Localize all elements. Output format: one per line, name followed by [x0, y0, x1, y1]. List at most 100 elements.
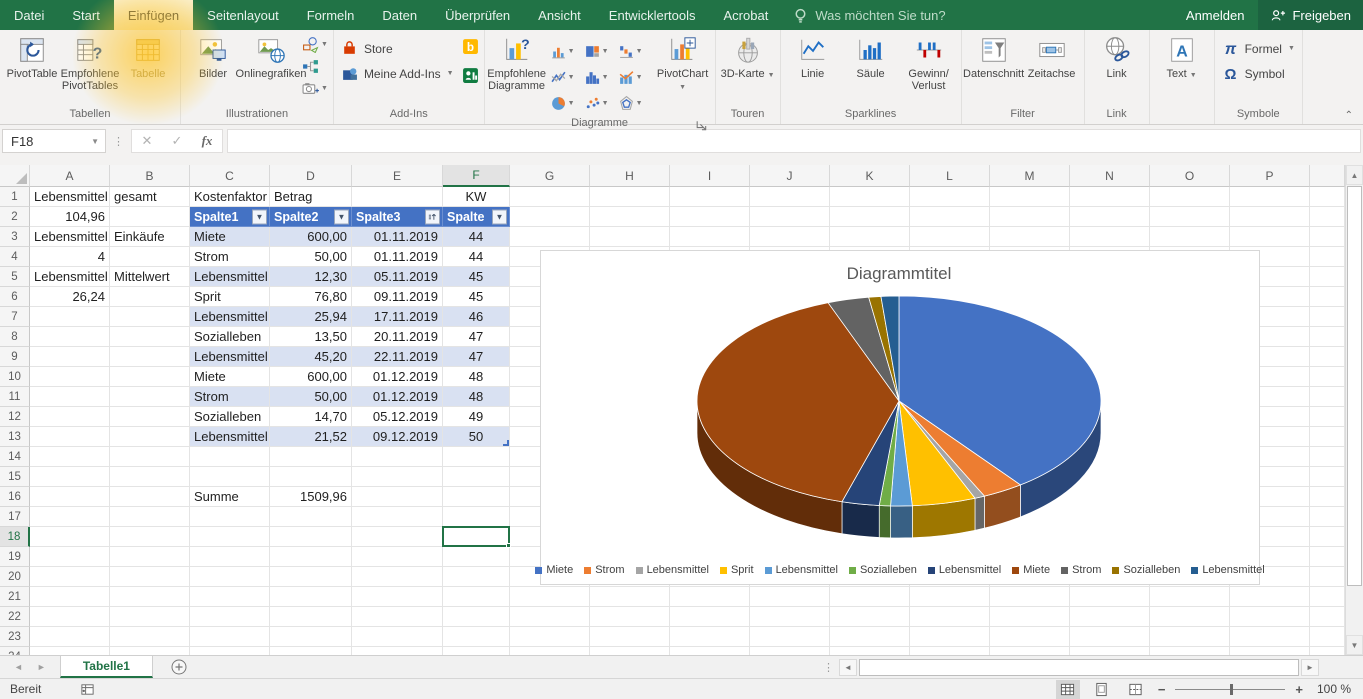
cell-D11[interactable]: 50,00	[270, 387, 352, 407]
histogram-chart-button[interactable]: ▼	[584, 64, 618, 90]
row-header-20[interactable]: 20	[0, 567, 30, 587]
row-header-10[interactable]: 10	[0, 367, 30, 387]
cell-F12[interactable]: 49	[443, 407, 510, 427]
column-header-f[interactable]: F	[443, 165, 510, 187]
filter-button-spalte1[interactable]: ▼	[252, 209, 267, 224]
cell-O21[interactable]	[1150, 587, 1230, 607]
cell-J23[interactable]	[750, 627, 830, 647]
cell-N2[interactable]	[1070, 207, 1150, 227]
cell-F19[interactable]	[443, 547, 510, 567]
cell-E9[interactable]: 22.11.2019	[352, 347, 443, 367]
pie-chart-button[interactable]: ▼	[550, 90, 584, 116]
bilder-button[interactable]: Bilder	[184, 32, 242, 80]
cell-A22[interactable]	[30, 607, 110, 627]
macro-record-icon[interactable]	[80, 682, 95, 697]
cell-J1[interactable]	[750, 187, 830, 207]
cell-G23[interactable]	[510, 627, 590, 647]
cell-B21[interactable]	[110, 587, 190, 607]
cell-L1[interactable]	[910, 187, 990, 207]
cell-D1[interactable]: Betrag	[270, 187, 352, 207]
cell-A17[interactable]	[30, 507, 110, 527]
column-header-j[interactable]: J	[750, 165, 830, 187]
cell-F20[interactable]	[443, 567, 510, 587]
zoom-slider[interactable]	[1175, 689, 1285, 690]
cell-I2[interactable]	[670, 207, 750, 227]
cell-G21[interactable]	[510, 587, 590, 607]
cell-D12[interactable]: 14,70	[270, 407, 352, 427]
cell-P3[interactable]	[1230, 227, 1310, 247]
row-header-24[interactable]: 24	[0, 647, 30, 655]
row-header-21[interactable]: 21	[0, 587, 30, 607]
cell-F4[interactable]: 44	[443, 247, 510, 267]
cell-G24[interactable]	[510, 647, 590, 655]
cell-D24[interactable]	[270, 647, 352, 655]
cell-L3[interactable]	[910, 227, 990, 247]
cell-C20[interactable]	[190, 567, 270, 587]
cell-F13[interactable]: 50	[443, 427, 510, 447]
row-header-1[interactable]: 1	[0, 187, 30, 207]
row-header-3[interactable]: 3	[0, 227, 30, 247]
screenshot-button[interactable]: ▼	[302, 80, 328, 97]
cell-F3[interactable]: 44	[443, 227, 510, 247]
cell-B2[interactable]	[110, 207, 190, 227]
page-layout-view-button[interactable]	[1090, 680, 1114, 699]
cell-K1[interactable]	[830, 187, 910, 207]
cell-A13[interactable]	[30, 427, 110, 447]
confirm-entry-button[interactable]: ✓	[162, 133, 192, 149]
ribbon-tab-seitenlayout[interactable]: Seitenlayout	[193, 0, 293, 30]
cell-D4[interactable]: 50,00	[270, 247, 352, 267]
row-header-7[interactable]: 7	[0, 307, 30, 327]
row-header-8[interactable]: 8	[0, 327, 30, 347]
cell-P2[interactable]	[1230, 207, 1310, 227]
cell-A3[interactable]: Lebensmittel	[30, 227, 110, 247]
legend-item[interactable]: Lebensmittel	[636, 564, 709, 576]
row-header-6[interactable]: 6	[0, 287, 30, 307]
cell-D3[interactable]: 600,00	[270, 227, 352, 247]
cell-A4[interactable]: 4	[30, 247, 110, 267]
cell-D9[interactable]: 45,20	[270, 347, 352, 367]
row-header-12[interactable]: 12	[0, 407, 30, 427]
cell-D21[interactable]	[270, 587, 352, 607]
cell-B13[interactable]	[110, 427, 190, 447]
column-header-p[interactable]: P	[1230, 165, 1310, 187]
cell-F21[interactable]	[443, 587, 510, 607]
cell-B24[interactable]	[110, 647, 190, 655]
cell-P24[interactable]	[1230, 647, 1310, 655]
cell-J24[interactable]	[750, 647, 830, 655]
legend-item[interactable]: Miete	[1012, 564, 1050, 576]
cell-B6[interactable]	[110, 287, 190, 307]
cell-N1[interactable]	[1070, 187, 1150, 207]
cell-B1[interactable]: gesamt	[110, 187, 190, 207]
legend-item[interactable]: Miete	[535, 564, 573, 576]
cell-M23[interactable]	[990, 627, 1070, 647]
cell-O2[interactable]	[1150, 207, 1230, 227]
cell-F6[interactable]: 45	[443, 287, 510, 307]
chart-legend[interactable]: MieteStromLebensmittelSpritLebensmittelS…	[541, 564, 1259, 576]
cell-D14[interactable]	[270, 447, 352, 467]
column-header-k[interactable]: K	[830, 165, 910, 187]
zoom-slider-thumb[interactable]	[1230, 684, 1233, 695]
bing-maps-button[interactable]: b	[462, 38, 479, 60]
column-header-a[interactable]: A	[30, 165, 110, 187]
cell-I23[interactable]	[670, 627, 750, 647]
cell-A11[interactable]	[30, 387, 110, 407]
cell-J2[interactable]	[750, 207, 830, 227]
cell-M24[interactable]	[990, 647, 1070, 655]
empfohlene-diagramme-button[interactable]: ?Empfohlene Diagramme	[488, 32, 546, 92]
cell-B11[interactable]	[110, 387, 190, 407]
column-header-g[interactable]: G	[510, 165, 590, 187]
cell-N22[interactable]	[1070, 607, 1150, 627]
prev-sheet-button[interactable]: ◄	[14, 662, 23, 672]
column-header-i[interactable]: I	[670, 165, 750, 187]
cell-H3[interactable]	[590, 227, 670, 247]
cell-C24[interactable]	[190, 647, 270, 655]
cell-H22[interactable]	[590, 607, 670, 627]
row-header-5[interactable]: 5	[0, 267, 30, 287]
cell-D6[interactable]: 76,80	[270, 287, 352, 307]
cell-J21[interactable]	[750, 587, 830, 607]
cell-A23[interactable]	[30, 627, 110, 647]
cell-O22[interactable]	[1150, 607, 1230, 627]
ribbon-tab-start[interactable]: Start	[58, 0, 113, 30]
cell-F2[interactable]: Spalte▼	[443, 207, 510, 227]
formel-button[interactable]: πFormel▼	[1222, 40, 1295, 57]
